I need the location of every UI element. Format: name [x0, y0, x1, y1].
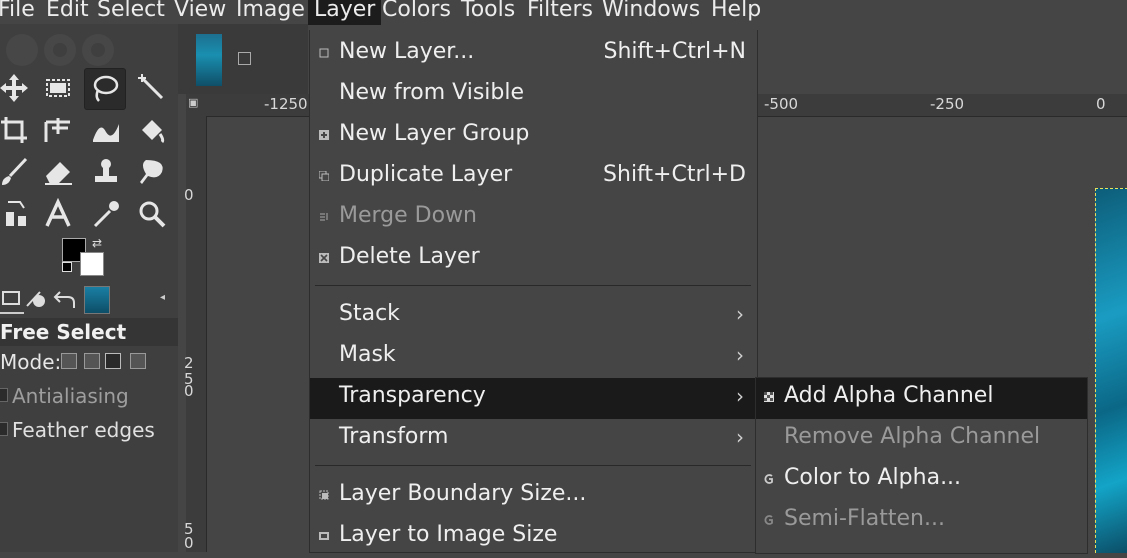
device-status-tab-icon[interactable] [24, 286, 48, 312]
menu-item-delete-layer[interactable]: Delete Layer [310, 239, 757, 280]
bucket-fill-icon[interactable] [132, 110, 172, 150]
ruler-label: -500 [764, 95, 799, 113]
unified-transform-icon[interactable] [38, 110, 78, 150]
menu-tools[interactable]: Tools [461, 0, 515, 25]
swap-colors-icon[interactable]: ⇄ [92, 236, 102, 250]
text-icon[interactable] [38, 194, 78, 234]
menu-item-mask[interactable]: Mask › [310, 337, 757, 378]
ruler-corner-icon: ▣ [188, 96, 199, 109]
move-icon[interactable] [0, 68, 34, 108]
menu-separator [315, 465, 751, 466]
menu-layer[interactable]: Layer [308, 0, 382, 25]
smudge-icon[interactable] [132, 152, 172, 192]
feather-edges-checkbox[interactable] [0, 422, 8, 436]
ruler-label: -1250 [264, 95, 308, 113]
warp-transform-icon[interactable] [86, 110, 126, 150]
mode-label: Mode: [0, 350, 62, 374]
vertical-ruler: 0 2 5 0 5 0 [184, 116, 207, 552]
menu-item-semi-flatten[interactable]: Semi-Flatten... [756, 501, 1087, 542]
paths-icon[interactable] [0, 194, 34, 234]
chevron-right-icon: › [736, 302, 744, 326]
eraser-icon[interactable] [38, 152, 78, 192]
wilber-logo-icon [6, 34, 114, 66]
ruler-label: -250 [930, 95, 965, 113]
chevron-right-icon: › [736, 384, 744, 408]
clone-icon[interactable] [86, 152, 126, 192]
menu-image[interactable]: Image [236, 0, 305, 25]
semi-flatten-icon [764, 515, 773, 525]
close-image-icon[interactable] [238, 52, 251, 65]
ruler-label: 0 [184, 534, 194, 552]
menu-item-transform[interactable]: Transform › [310, 419, 757, 460]
ruler-label: 0 [184, 382, 194, 400]
tool-options-title: Free Select [0, 318, 178, 346]
dock-tabs: ◂ [0, 284, 178, 314]
mode-add-icon[interactable] [84, 353, 100, 369]
mode-replace-icon[interactable] [61, 353, 77, 369]
merge-icon [320, 213, 328, 221]
chevron-right-icon: › [736, 343, 744, 367]
menu-filters[interactable]: Filters [527, 0, 593, 25]
menu-select[interactable]: Select [97, 0, 165, 25]
menu-windows[interactable]: Windows [602, 0, 700, 25]
menu-item-transparency[interactable]: Transparency › [310, 378, 757, 419]
menubar: File Edit Select View Image Layer Colors… [0, 0, 1127, 25]
menu-item-add-alpha-channel[interactable]: Add Alpha Channel [756, 378, 1087, 419]
boundary-icon [319, 490, 329, 500]
menu-item-stack[interactable]: Stack › [310, 296, 757, 337]
default-colors-icon[interactable] [62, 262, 72, 272]
layer-menu: New Layer... Shift+Ctrl+N New from Visibl… [309, 30, 758, 553]
crop-icon[interactable] [0, 110, 34, 150]
color-picker-icon[interactable] [86, 194, 126, 234]
layer-group-icon [319, 130, 329, 140]
menu-colors[interactable]: Colors [382, 0, 451, 25]
paintbrush-icon[interactable] [0, 152, 34, 192]
zoom-icon[interactable] [132, 194, 172, 234]
new-layer-icon [319, 48, 329, 58]
chevron-right-icon: › [736, 425, 744, 449]
antialiasing-label: Antialiasing [12, 384, 129, 408]
fuzzy-select-icon[interactable] [132, 68, 172, 108]
menu-edit[interactable]: Edit [46, 0, 89, 25]
ruler-label: 0 [1096, 95, 1106, 113]
menu-file[interactable]: File [0, 0, 35, 25]
antialiasing-checkbox[interactable] [0, 388, 8, 402]
menu-item-new-from-visible[interactable]: New from Visible [310, 75, 757, 116]
mode-intersect-icon[interactable] [130, 353, 146, 369]
menu-item-color-to-alpha[interactable]: Color to Alpha... [756, 460, 1087, 501]
configure-tab-icon[interactable]: ◂ [160, 292, 165, 303]
menu-item-merge-down[interactable]: Merge Down [310, 198, 757, 239]
menu-view[interactable]: View [174, 0, 226, 25]
image-thumbnail[interactable] [196, 34, 222, 86]
free-select-icon[interactable] [84, 68, 126, 110]
color-to-alpha-icon [764, 474, 773, 484]
menu-item-layer-boundary-size[interactable]: Layer Boundary Size... [310, 476, 757, 517]
image-content[interactable] [1095, 188, 1127, 553]
tool-options-tab-icon[interactable] [0, 286, 24, 314]
undo-history-tab-icon[interactable] [52, 286, 76, 312]
background-color-swatch[interactable] [80, 252, 104, 276]
toolbox: ⇄ ◂ Free Select Mode: Antialiasing Feath… [0, 24, 178, 552]
transparency-submenu: Add Alpha Channel Remove Alpha Channel C… [755, 377, 1088, 554]
rect-select-icon[interactable] [38, 68, 78, 108]
images-tab-icon[interactable] [84, 286, 110, 314]
feather-edges-label: Feather edges [12, 418, 155, 442]
ruler-label: 0 [184, 186, 194, 204]
duplicate-icon [319, 171, 329, 181]
delete-icon [319, 253, 329, 263]
menu-help[interactable]: Help [711, 0, 761, 25]
menu-item-remove-alpha-channel[interactable]: Remove Alpha Channel [756, 419, 1087, 460]
mode-subtract-icon[interactable] [105, 353, 121, 369]
menu-separator [315, 285, 751, 286]
menu-item-new-layer-group[interactable]: New Layer Group [310, 116, 757, 157]
alpha-checker-icon [764, 392, 774, 402]
layer-to-image-icon [319, 532, 329, 540]
menu-item-new-layer[interactable]: New Layer... Shift+Ctrl+N [310, 34, 757, 75]
menu-item-duplicate-layer[interactable]: Duplicate Layer Shift+Ctrl+D [310, 157, 757, 198]
